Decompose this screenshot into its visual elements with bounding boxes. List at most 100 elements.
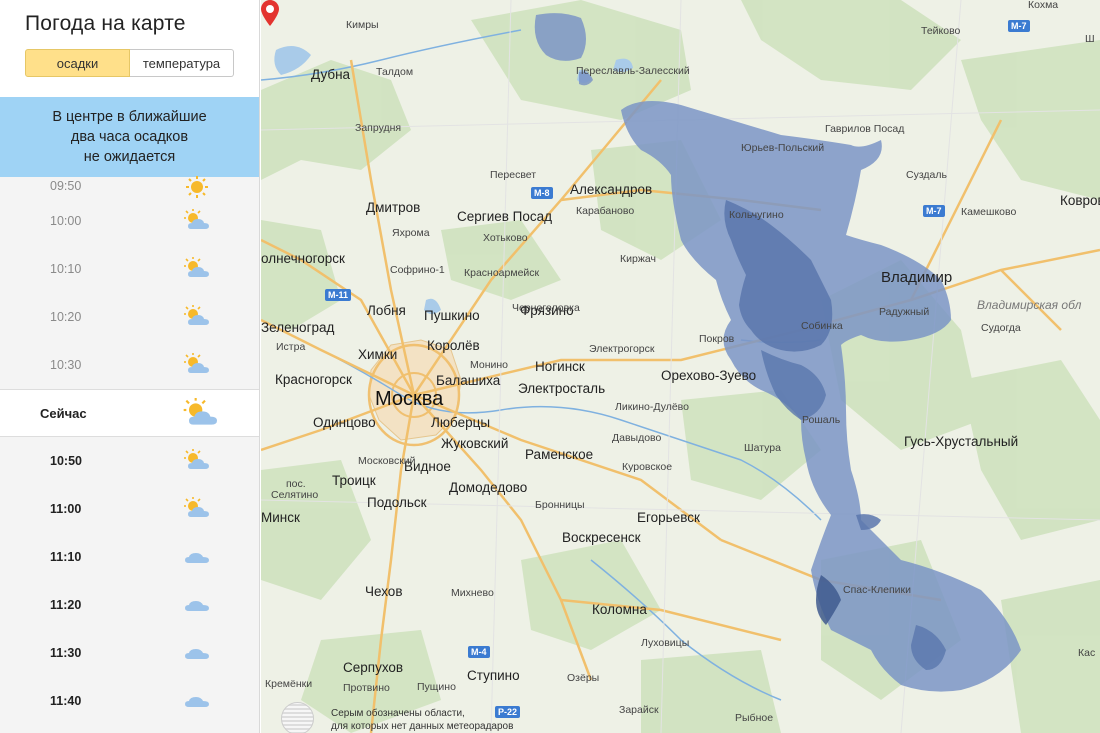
timeline-row[interactable]: 10:00 <box>0 197 259 245</box>
town-label[interactable]: Ликино-Дулёво <box>615 402 689 413</box>
weather-map[interactable]: М-7 М-8 М-11 М-7 М-4 Р-22 Москва Владими… <box>261 0 1100 733</box>
city-label[interactable]: Раменское <box>525 448 593 462</box>
town-label[interactable]: Рошаль <box>802 415 840 426</box>
town-label[interactable]: Собинка <box>801 321 843 332</box>
time-slider[interactable]: 09:50 10:00 10:10 10:20 10:30 Сейчас 10:50 11:0… <box>0 176 259 725</box>
city-label[interactable]: Жуковский <box>441 437 508 451</box>
town-label[interactable]: Гаврилов Посад <box>825 124 904 135</box>
timeline-row[interactable]: 10:10 <box>0 245 259 293</box>
city-label[interactable]: Люберцы <box>431 416 490 430</box>
town-label[interactable]: Бронницы <box>535 500 585 511</box>
timeline-row[interactable]: 10:50 <box>0 437 259 485</box>
town-label[interactable]: Красноармейск <box>464 268 539 279</box>
town-label[interactable]: Озёры <box>567 673 599 684</box>
town-label[interactable]: Михнево <box>451 588 494 599</box>
town-label[interactable]: Кас <box>1078 648 1095 659</box>
timeline-row[interactable]: 11:20 <box>0 581 259 629</box>
timeline-row-now[interactable]: Сейчас <box>0 389 259 437</box>
city-label[interactable]: Гусь-Хрустальный <box>904 435 1018 449</box>
highway-shield: М-7 <box>923 205 945 217</box>
timeline-time: 10:10 <box>50 262 82 276</box>
town-label[interactable]: Судогда <box>981 323 1021 334</box>
city-label[interactable]: олнечногорск <box>261 252 345 266</box>
town-label[interactable]: Истра <box>276 342 305 353</box>
city-label[interactable]: Лобня <box>367 304 406 318</box>
town-label[interactable]: Софрино-1 <box>390 265 445 276</box>
town-label[interactable]: Кохма <box>1028 0 1058 11</box>
city-label[interactable]: Дмитров <box>366 201 420 215</box>
town-label[interactable]: Куровское <box>622 462 672 473</box>
timeline-row[interactable]: 11:10 <box>0 533 259 581</box>
town-label[interactable]: Кимры <box>346 20 379 31</box>
town-label[interactable]: Кольчугино <box>729 210 784 221</box>
banner-line-1: В центре в ближайшие <box>52 109 207 125</box>
town-label[interactable]: Юрьев-Польский <box>741 143 824 154</box>
location-pin-icon[interactable] <box>261 0 279 26</box>
town-label[interactable]: Киржач <box>620 254 656 265</box>
timeline-row[interactable]: 09:50 <box>0 176 259 198</box>
town-label[interactable]: Черноголовка <box>512 303 580 314</box>
city-label[interactable]: Подольск <box>367 496 427 510</box>
town-label[interactable]: Московский <box>358 456 416 467</box>
town-label[interactable]: Ш <box>1085 34 1095 45</box>
city-label[interactable]: Троицк <box>332 474 376 488</box>
city-label-moscow[interactable]: Москва <box>375 389 443 409</box>
city-label-vladimir[interactable]: Владимир <box>881 270 952 285</box>
town-label[interactable]: Шатура <box>744 443 781 454</box>
city-label[interactable]: Дубна <box>311 68 350 82</box>
city-label[interactable]: Коломна <box>592 603 647 617</box>
town-label[interactable]: Запрудня <box>355 123 401 134</box>
town-label[interactable]: Пересвет <box>490 170 536 181</box>
town-label[interactable]: Хотьково <box>483 233 528 244</box>
timeline-row[interactable]: 10:20 <box>0 293 259 341</box>
timeline-row[interactable]: 11:00 <box>0 485 259 533</box>
town-label[interactable]: Пущино <box>417 682 456 693</box>
city-label[interactable]: Минск <box>261 511 300 525</box>
town-label[interactable]: Электрогорск <box>589 344 655 355</box>
town-label[interactable]: Переславль-Залесский <box>576 66 690 77</box>
town-label[interactable]: Талдом <box>376 67 413 78</box>
timeline-row[interactable]: 11:40 <box>0 677 259 725</box>
town-label[interactable]: Покров <box>699 334 734 345</box>
town-label[interactable]: Рыбное <box>735 713 773 724</box>
city-label[interactable]: Химки <box>358 348 397 362</box>
timeline-row[interactable]: 10:30 <box>0 341 259 389</box>
temperature-button[interactable]: температура <box>130 49 234 77</box>
city-label[interactable]: Воскресенск <box>562 531 641 545</box>
precipitation-button[interactable]: осадки <box>25 49 130 77</box>
town-label[interactable]: Камешково <box>961 207 1016 218</box>
city-label[interactable]: Балашиха <box>436 374 500 388</box>
town-label[interactable]: Монино <box>470 360 508 371</box>
town-label[interactable]: Яхрома <box>392 228 430 239</box>
town-label[interactable]: Селятино <box>271 490 318 501</box>
town-label[interactable]: Протвино <box>343 683 390 694</box>
city-label[interactable]: Одинцово <box>313 416 376 430</box>
town-label[interactable]: Луховицы <box>641 638 689 649</box>
city-label[interactable]: Чехов <box>365 585 403 599</box>
partly-cloudy-icon <box>183 209 211 233</box>
city-label[interactable]: Сергиев Посад <box>457 210 552 224</box>
town-label[interactable]: Карабаново <box>576 206 634 217</box>
city-label[interactable]: Королёв <box>427 339 480 353</box>
town-label[interactable]: Спас-Клепики <box>843 585 911 596</box>
city-label[interactable]: Орехово-Зуево <box>661 369 756 383</box>
city-label[interactable]: Электросталь <box>518 382 605 396</box>
city-label[interactable]: Ногинск <box>535 360 585 374</box>
town-label[interactable]: Тейково <box>921 26 960 37</box>
city-label[interactable]: Александров <box>570 183 652 197</box>
town-label[interactable]: Суздаль <box>906 170 947 181</box>
city-label[interactable]: Ступино <box>467 669 520 683</box>
city-label[interactable]: Пушкино <box>424 309 480 323</box>
city-label[interactable]: Красногорск <box>275 373 352 387</box>
town-label[interactable]: пос. <box>286 479 306 490</box>
city-label[interactable]: Домодедово <box>449 481 527 495</box>
town-label[interactable]: Радужный <box>879 307 929 318</box>
town-label[interactable]: Зарайск <box>619 705 659 716</box>
city-label[interactable]: Зеленоград <box>261 321 334 335</box>
timeline-row[interactable]: 11:30 <box>0 629 259 677</box>
town-label[interactable]: Давыдово <box>612 433 661 444</box>
town-label[interactable]: Кремёнки <box>265 679 312 690</box>
city-label[interactable]: Серпухов <box>343 661 403 675</box>
city-label[interactable]: Егорьевск <box>637 511 700 525</box>
city-label[interactable]: Ковров <box>1060 194 1100 208</box>
